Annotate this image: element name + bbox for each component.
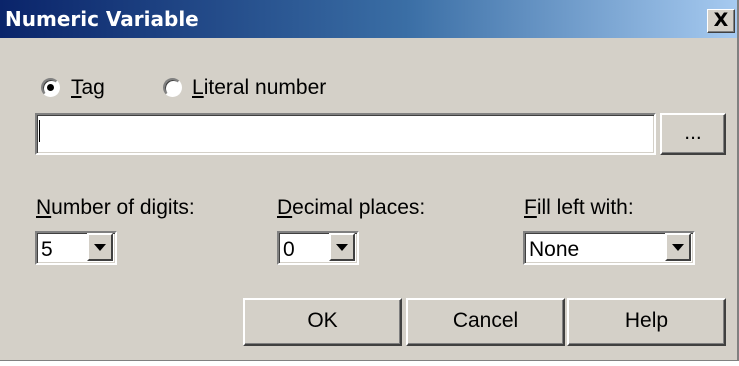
tag-input[interactable] [35, 113, 656, 155]
decimal-places-value: 0 [283, 238, 295, 261]
browse-button-label: ... [684, 121, 702, 144]
chevron-down-icon [672, 244, 684, 251]
close-icon: X [713, 9, 729, 31]
text-caret [39, 120, 40, 142]
fill-left-with-label: Fill left with: [524, 196, 634, 219]
close-button[interactable]: X [707, 9, 735, 33]
tag-radio[interactable] [41, 78, 60, 97]
fill-left-with-dropdown-button[interactable] [665, 233, 691, 261]
chevron-down-icon [94, 244, 106, 251]
decimal-places-select[interactable]: 0 [277, 231, 359, 265]
cancel-button-label: Cancel [452, 309, 519, 332]
fill-left-with-value: None [529, 238, 580, 261]
title-bar: Numeric Variable X [0, 0, 737, 38]
browse-button[interactable]: ... [660, 113, 726, 155]
literal-number-radio-label[interactable]: Literal number [192, 75, 326, 101]
ok-button-label: OK [307, 309, 338, 332]
number-of-digits-select[interactable]: 5 [35, 231, 117, 265]
decimal-places-label: Decimal places: [277, 196, 426, 219]
number-of-digits-label: Number of digits: [36, 196, 195, 219]
number-of-digits-value: 5 [41, 238, 53, 261]
help-button[interactable]: Help [567, 298, 726, 346]
decimal-places-dropdown-button[interactable] [329, 233, 355, 261]
chevron-down-icon [336, 244, 348, 251]
fill-left-with-select[interactable]: None [523, 231, 695, 265]
ok-button[interactable]: OK [243, 298, 402, 346]
numeric-variable-dialog: Numeric Variable X Tag Literal number ..… [0, 0, 739, 361]
radio-selected-dot [47, 84, 54, 91]
help-button-label: Help [624, 309, 669, 332]
tag-radio-label[interactable]: Tag [71, 75, 105, 101]
number-of-digits-dropdown-button[interactable] [87, 233, 113, 261]
window-title: Numeric Variable [5, 7, 199, 31]
cancel-button[interactable]: Cancel [406, 298, 565, 346]
literal-number-radio[interactable] [163, 78, 182, 97]
